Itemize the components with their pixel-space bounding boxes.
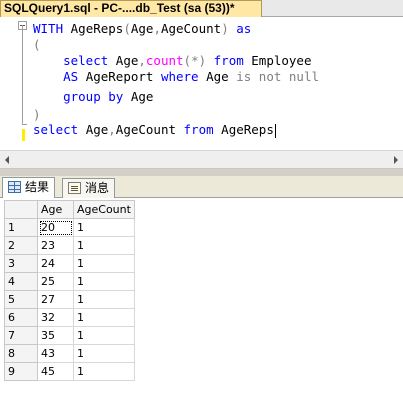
grid-corner-header[interactable] [4, 200, 38, 219]
code-token: WITH [33, 21, 71, 36]
row-number-cell[interactable]: 3 [4, 254, 38, 273]
code-line-5[interactable]: group by Age [33, 89, 153, 105]
code-token: ) [221, 21, 229, 36]
change-indicator [22, 129, 25, 141]
table-row[interactable]: 8 43 1 [4, 344, 135, 363]
age-cell[interactable]: 45 [37, 362, 74, 381]
age-cell[interactable]: 32 [37, 308, 74, 327]
code-token: select [33, 53, 116, 68]
tab-results[interactable]: 结果 [2, 177, 56, 198]
row-number-cell[interactable]: 7 [4, 326, 38, 345]
age-cell[interactable]: 25 [37, 272, 74, 291]
table-row[interactable]: 5 27 1 [4, 290, 135, 309]
code-token: AgeCount [160, 21, 222, 36]
column-header-age[interactable]: Age [37, 200, 74, 219]
table-row[interactable]: 1 20 1 [4, 218, 135, 237]
code-line-7[interactable]: select Age,AgeCount from AgeReps [33, 122, 276, 138]
code-token: AS [33, 69, 86, 84]
code-token: Age [130, 21, 154, 36]
agecount-cell[interactable]: 1 [73, 326, 135, 345]
tab-messages-label: 消息 [85, 181, 110, 195]
code-token: ( [123, 21, 131, 36]
agecount-cell[interactable]: 1 [73, 236, 135, 255]
code-token: is not null [236, 69, 320, 84]
code-token: ( [33, 37, 41, 52]
table-row[interactable]: 2 23 1 [4, 236, 135, 255]
age-cell[interactable]: 23 [37, 236, 74, 255]
code-line-1[interactable]: WITH AgeReps(Age,AgeCount) as [33, 21, 251, 37]
column-header-agecount[interactable]: AgeCount [73, 200, 135, 219]
agecount-cell[interactable]: 1 [73, 290, 135, 309]
query-editor[interactable]: WITH AgeReps(Age,AgeCount) as ( select A… [0, 17, 403, 150]
code-token: ) [33, 107, 41, 122]
code-token: from [183, 122, 222, 137]
code-token: Age [206, 69, 237, 84]
code-token: Age [115, 53, 139, 68]
agecount-cell[interactable]: 1 [73, 254, 135, 273]
editor-horizontal-scrollbar[interactable] [0, 150, 403, 169]
outline-guide [22, 25, 23, 125]
code-token: from [206, 53, 252, 68]
result-tabs: 结果 消息 [0, 176, 403, 198]
code-line-2[interactable]: ( [33, 37, 41, 53]
code-token: Age [130, 89, 154, 104]
code-token: Employee [251, 53, 312, 68]
agecount-cell[interactable]: 1 [73, 308, 135, 327]
age-cell[interactable]: 24 [37, 254, 74, 273]
code-token: select [33, 122, 86, 137]
age-cell[interactable]: 43 [37, 344, 74, 363]
row-number-cell[interactable]: 9 [4, 362, 38, 381]
code-token: , [138, 53, 146, 68]
row-number-cell[interactable]: 2 [4, 236, 38, 255]
code-token: count [145, 53, 184, 68]
code-token: AgeReps [221, 122, 274, 137]
row-number-cell[interactable]: 1 [4, 218, 38, 237]
agecount-cell[interactable]: 1 [73, 218, 135, 237]
document-tab[interactable]: SQLQuery1.sql - PC-....db_Test (sa (53))… [0, 0, 262, 17]
row-number-cell[interactable]: 6 [4, 308, 38, 327]
code-token: where [160, 69, 207, 84]
code-token: AgeReport [85, 69, 161, 84]
agecount-cell[interactable]: 1 [73, 344, 135, 363]
agecount-cell[interactable]: 1 [73, 272, 135, 291]
code-token: as [236, 21, 252, 36]
age-cell[interactable]: 35 [37, 326, 74, 345]
table-row[interactable]: 9 45 1 [4, 362, 135, 381]
table-row[interactable]: 7 35 1 [4, 326, 135, 345]
row-number-cell[interactable]: 4 [4, 272, 38, 291]
code-token: (*) [183, 53, 207, 68]
scroll-left-icon[interactable] [5, 156, 9, 164]
age-cell[interactable]: 27 [37, 290, 74, 309]
code-token: Age [85, 122, 109, 137]
age-cell[interactable]: 20 [37, 218, 74, 237]
results-grid-pane: Age AgeCount 1 20 1 2 23 1 3 24 1 4 25 1 5 27 1 6 32 1 7 35… [0, 198, 403, 409]
tab-messages[interactable]: 消息 [62, 178, 116, 198]
code-line-6[interactable]: ) [33, 107, 41, 123]
document-tabstrip: SQLQuery1.sql - PC-....db_Test (sa (53))… [0, 0, 403, 17]
table-row[interactable]: 4 25 1 [4, 272, 135, 291]
scroll-right-icon[interactable] [394, 156, 398, 164]
text-caret [274, 123, 276, 138]
outline-guide-end [22, 124, 27, 125]
table-row[interactable]: 3 24 1 [4, 254, 135, 273]
code-line-3[interactable]: select Age,count(*) from Employee [33, 53, 312, 69]
code-token: , [108, 122, 116, 137]
tab-results-label: 结果 [25, 180, 50, 194]
code-line-4[interactable]: AS AgeReport where Age is not null [33, 69, 319, 85]
code-token: AgeReps [70, 21, 124, 36]
row-number-cell[interactable]: 8 [4, 344, 38, 363]
code-token: group by [33, 89, 131, 104]
messages-icon [68, 182, 81, 194]
code-token: AgeCount [115, 122, 184, 137]
table-row[interactable]: 6 32 1 [4, 308, 135, 327]
code-token: , [153, 21, 161, 36]
agecount-cell[interactable]: 1 [73, 362, 135, 381]
pane-splitter[interactable] [0, 169, 403, 176]
editor-gutter [0, 17, 18, 150]
grid-icon [8, 181, 21, 193]
row-number-cell[interactable]: 5 [4, 290, 38, 309]
results-grid: Age AgeCount 1 20 1 2 23 1 3 24 1 4 25 1 5 27 1 6 32 1 7 35… [4, 200, 135, 381]
